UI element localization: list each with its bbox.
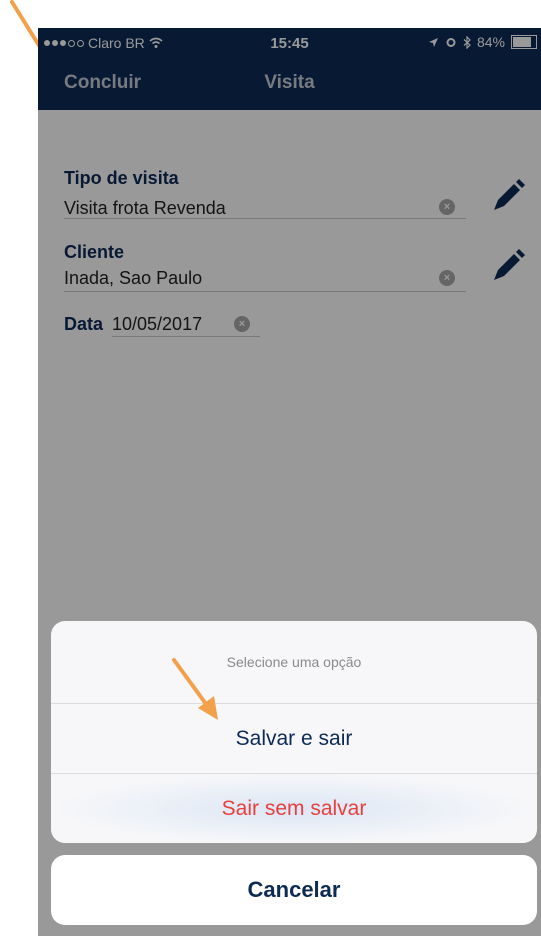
exit-without-saving-button[interactable]: Sair sem salvar bbox=[51, 773, 537, 843]
action-sheet-title: Selecione uma opção bbox=[226, 654, 362, 670]
annotation-arrow-sheet bbox=[172, 658, 218, 720]
phone-screen: Claro BR 15:45 84% Concluir Visita Tipo … bbox=[38, 28, 541, 936]
cancel-button[interactable]: Cancelar bbox=[51, 855, 537, 925]
save-and-exit-button[interactable]: Salvar e sair bbox=[51, 703, 537, 774]
action-sheet: Selecione uma opção Salvar e sair Sair s… bbox=[51, 621, 537, 843]
